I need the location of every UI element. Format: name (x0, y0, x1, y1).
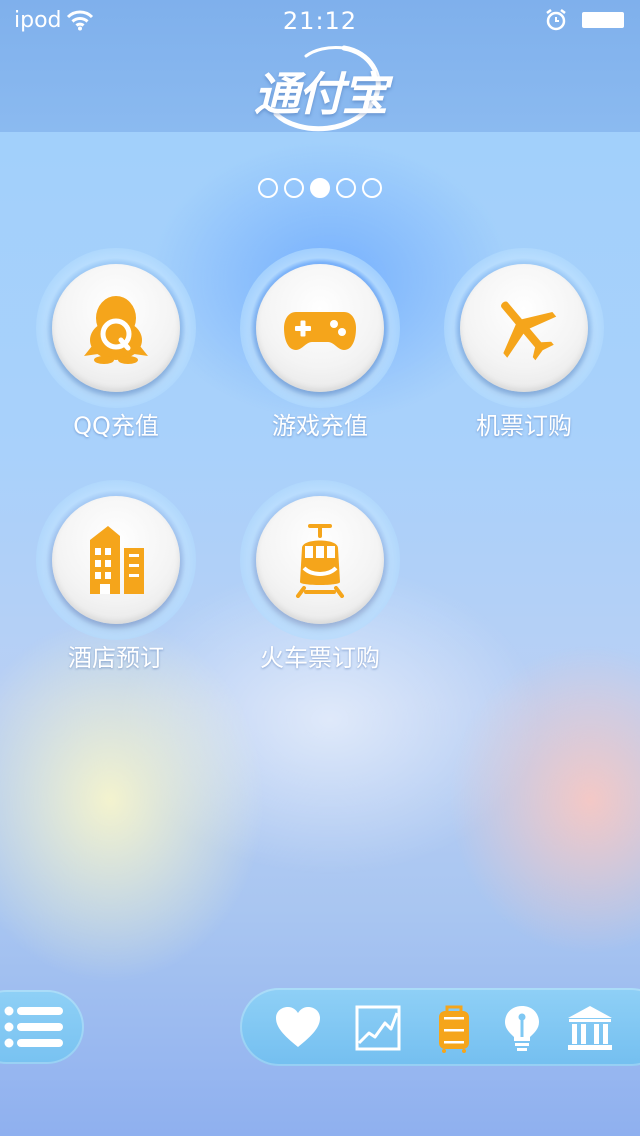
status-bar: ipod 21:12 (0, 0, 640, 40)
page-dot-4[interactable] (336, 178, 356, 198)
service-flight-booking[interactable]: 机票订购 (422, 248, 622, 468)
tab-ideas[interactable] (494, 1002, 550, 1054)
service-label: 机票订购 (476, 412, 572, 440)
service-button[interactable] (256, 264, 384, 392)
app-logo: 通付宝 (0, 42, 640, 132)
heart-icon (276, 1007, 320, 1047)
service-train-booking[interactable]: 火车票订购 (218, 480, 418, 700)
tab-bank[interactable] (562, 1002, 618, 1054)
battery-icon (582, 12, 624, 28)
bottom-tab-bar (240, 988, 640, 1066)
service-button[interactable] (460, 264, 588, 392)
service-label: 游戏充值 (272, 412, 368, 440)
train-icon (296, 524, 344, 598)
airplane-icon (501, 301, 557, 361)
tab-travel-active[interactable] (426, 1002, 482, 1054)
suitcase-icon (439, 1005, 469, 1053)
page-dot-5[interactable] (362, 178, 382, 198)
lightbulb-icon (505, 1006, 539, 1051)
alarm-clock-icon (546, 9, 566, 31)
logo-text: 通付宝 (254, 67, 388, 121)
service-label: 酒店预订 (68, 644, 164, 672)
page-dot-3-active[interactable] (310, 178, 330, 198)
service-label: 火车票订购 (260, 644, 380, 672)
service-label: QQ充值 (73, 412, 159, 440)
page-dot-2[interactable] (284, 178, 304, 198)
tab-favorites[interactable] (270, 1002, 326, 1054)
app-header: ipod 21:12 通付宝 (0, 0, 640, 132)
service-button[interactable] (52, 496, 180, 624)
page-dot-1[interactable] (258, 178, 278, 198)
bank-icon (568, 1006, 612, 1050)
service-qq-recharge[interactable]: QQ充值 (14, 248, 214, 468)
tab-chart[interactable] (350, 1002, 406, 1054)
chart-trend-icon (355, 1005, 401, 1051)
list-menu-icon (4, 1006, 63, 1048)
page-indicator (0, 178, 640, 200)
service-game-recharge[interactable]: 游戏充值 (218, 248, 418, 468)
service-hotel-booking[interactable]: 酒店预订 (14, 480, 214, 700)
hotel-building-icon (90, 526, 144, 594)
qq-penguin-icon (84, 296, 148, 364)
service-button[interactable] (52, 264, 180, 392)
gamepad-icon (284, 312, 356, 350)
service-button[interactable] (256, 496, 384, 624)
menu-button[interactable] (0, 990, 84, 1064)
